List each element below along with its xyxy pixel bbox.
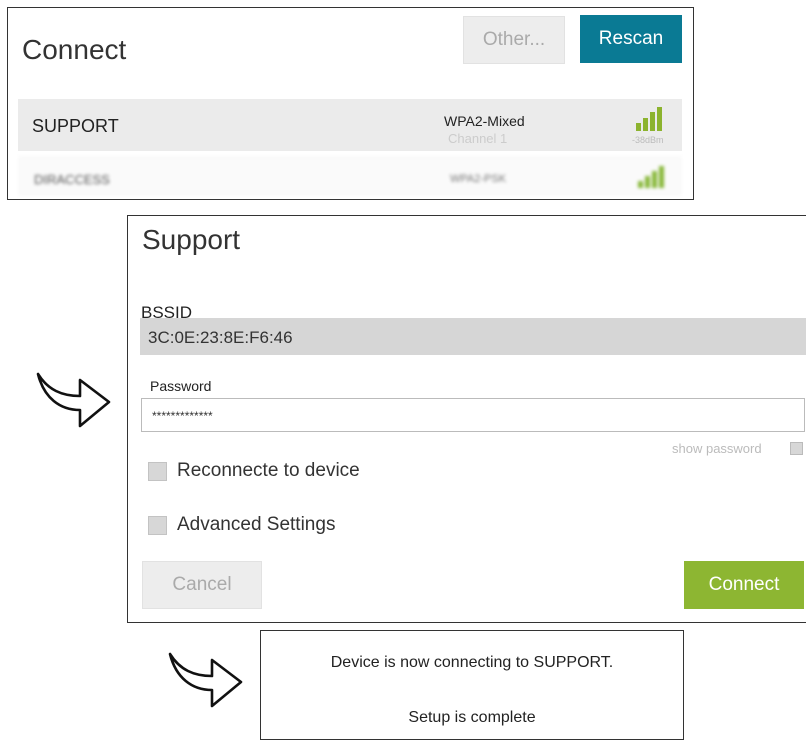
reconnect-checkbox[interactable] [148,461,167,481]
password-field[interactable]: ************* [141,398,805,432]
arrow-icon [168,652,243,708]
network-signal-dbm: -38dBm [632,135,664,145]
other-button[interactable]: Other... [463,16,565,64]
network-channel: Channel 1 [448,131,508,146]
status-panel: Device is now connecting to SUPPORT. Set… [260,630,684,740]
advanced-settings-checkbox[interactable] [148,515,167,535]
advanced-settings-label: Advanced Settings [177,514,336,535]
network-row-support[interactable]: SUPPORT WPA2-Mixed Channel 1 -38dBm [18,99,682,151]
signal-strength-icon [636,107,666,131]
network-ssid: DIRACCESS [34,172,110,187]
reconnect-label: Reconnecte to device [177,460,360,481]
support-title: Support [142,224,241,255]
network-security: WPA2-Mixed [444,113,525,129]
connect-button[interactable]: Connect [684,561,804,609]
network-row-diraccess[interactable]: DIRACCESS WPA2-PSK [18,156,682,196]
reconnect-option[interactable]: Reconnecte to device [148,460,360,482]
support-panel: Support BSSID 3C:0E:23:8E:F6:46 Password… [127,215,806,623]
connect-title: Connect [22,34,127,65]
rescan-button[interactable]: Rescan [580,15,682,63]
signal-strength-icon [638,166,664,188]
show-password-label: show password [672,441,762,456]
network-ssid: SUPPORT [32,116,119,136]
connect-panel: Connect Other... Rescan SUPPORT WPA2-Mix… [7,7,694,200]
status-complete-text: Setup is complete [408,709,536,726]
cancel-button[interactable]: Cancel [142,561,262,609]
status-connecting-text: Device is now connecting to SUPPORT. [330,654,614,671]
advanced-settings-option[interactable]: Advanced Settings [148,514,335,536]
bssid-field: 3C:0E:23:8E:F6:46 [140,318,806,355]
arrow-icon [36,372,111,428]
bssid-value: 3C:0E:23:8E:F6:46 [148,328,293,347]
show-password-checkbox[interactable] [790,442,803,455]
password-label: Password [150,378,212,394]
network-security: WPA2-PSK [450,173,507,185]
